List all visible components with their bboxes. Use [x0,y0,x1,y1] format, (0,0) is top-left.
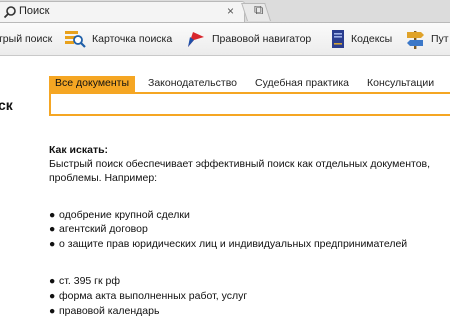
tab-search[interactable]: Поиск × [0,1,245,22]
bullet: ● [49,275,56,287]
tab-court-practice[interactable]: Судебная практика [249,76,355,92]
toolbar-legal-navigator[interactable]: Правовой навигатор [186,23,311,55]
toolbar-item-label: Кодексы [351,33,393,45]
example-item[interactable]: ● форма акта выполненных работ, услуг [49,290,247,302]
search-card-icon [65,31,86,48]
tab-title: Поиск [19,5,50,17]
codes-book-icon [332,30,344,48]
toolbar-item-label: трый поиск [0,33,53,45]
tab-strip: Поиск × ⧉ [0,0,450,23]
new-tab-icon[interactable]: ⧉ [254,2,263,18]
bullet: ● [49,223,56,235]
toolbar-codes[interactable]: Кодексы [331,23,392,55]
bullet: ● [49,238,56,250]
navigator-flag-icon [188,32,204,47]
toolbar-item-label: Правовой навигатор [212,33,312,45]
tab-consultations[interactable]: Консультации [361,76,440,92]
help-line: проблемы. Например: [49,172,158,184]
tab-all-documents[interactable]: Все документы [49,76,136,92]
bullet: ● [49,209,56,221]
toolbar: трый поиск Карточка поиска Правовой нави… [0,23,450,56]
search-input[interactable] [49,92,450,116]
toolbar-quick-search[interactable]: трый поиск [0,23,52,55]
toolbar-item-label: Пут [431,33,449,45]
toolbar-item-label: Карточка поиска [92,33,173,45]
help-line: Быстрый поиск обеспечивает эффективный п… [49,158,431,170]
page-title: ск [0,97,13,113]
bullet: ● [49,305,56,317]
bullet: ● [49,290,56,302]
close-icon[interactable]: × [227,4,234,18]
example-item[interactable]: ● правовой календарь [49,305,159,317]
help-description: Быстрый поиск обеспечивает эффективный п… [49,157,450,185]
example-item[interactable]: ● ст. 395 гк рф [49,275,120,287]
example-item[interactable]: ● о защите прав юридических лиц и индивид… [49,238,407,250]
search-icon [3,6,16,19]
toolbar-search-card[interactable]: Карточка поиска [64,23,172,55]
example-item[interactable]: ● агентский договор [49,223,148,235]
help-title: Как искать: [49,144,109,156]
toolbar-paths[interactable]: Пут [405,23,449,55]
example-item[interactable]: ● одобрение крупной сделки [49,209,190,221]
signpost-icon [407,31,424,49]
tab-legislation[interactable]: Законодательство [142,76,243,92]
